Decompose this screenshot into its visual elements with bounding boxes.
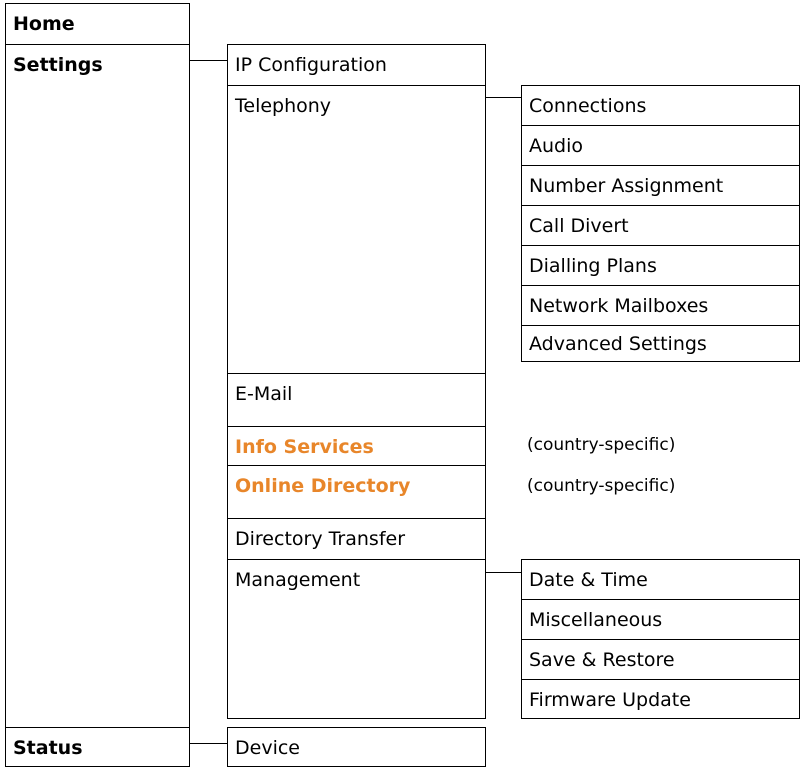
menu-call-divert-label: Call Divert: [529, 215, 629, 237]
menu-number-assignment-label: Number Assignment: [529, 175, 724, 197]
menu-miscellaneous[interactable]: Miscellaneous: [521, 599, 800, 640]
menu-dialling-plans[interactable]: Dialling Plans: [521, 245, 800, 286]
menu-number-assignment[interactable]: Number Assignment: [521, 165, 800, 206]
menu-home-label: Home: [13, 13, 75, 35]
online-directory-note: (country-specific): [527, 476, 676, 496]
menu-info-services[interactable]: Info Services: [227, 426, 486, 466]
menu-management-label: Management: [235, 569, 361, 591]
info-services-note: (country-specific): [527, 435, 676, 455]
menu-call-divert[interactable]: Call Divert: [521, 205, 800, 246]
menu-firmware-update[interactable]: Firmware Update: [521, 679, 800, 719]
menu-dialling-plans-label: Dialling Plans: [529, 255, 657, 277]
menu-device-label: Device: [235, 737, 300, 759]
menu-save-restore-label: Save & Restore: [529, 649, 675, 671]
menu-settings[interactable]: Settings: [5, 44, 190, 728]
menu-online-directory[interactable]: Online Directory: [227, 465, 486, 519]
menu-firmware-update-label: Firmware Update: [529, 689, 691, 711]
menu-ip-configuration[interactable]: IP Configuration: [227, 44, 486, 86]
connector-status: [189, 743, 227, 744]
menu-directory-transfer-label: Directory Transfer: [235, 528, 406, 550]
connector-settings: [189, 60, 227, 61]
connector-management: [485, 572, 521, 573]
connector-telephony: [485, 97, 521, 98]
menu-advanced-settings-label: Advanced Settings: [529, 333, 707, 355]
menu-save-restore[interactable]: Save & Restore: [521, 639, 800, 680]
menu-advanced-settings[interactable]: Advanced Settings: [521, 325, 800, 362]
menu-date-time[interactable]: Date & Time: [521, 559, 800, 600]
menu-network-mailboxes-label: Network Mailboxes: [529, 295, 709, 317]
menu-directory-transfer[interactable]: Directory Transfer: [227, 518, 486, 560]
menu-email[interactable]: E-Mail: [227, 373, 486, 427]
menu-management[interactable]: Management: [227, 559, 486, 719]
menu-audio-label: Audio: [529, 135, 584, 157]
menu-home[interactable]: Home: [5, 3, 190, 45]
menu-telephony-label: Telephony: [235, 95, 332, 117]
menu-telephony[interactable]: Telephony: [227, 85, 486, 374]
menu-miscellaneous-label: Miscellaneous: [529, 609, 663, 631]
menu-email-label: E-Mail: [235, 383, 293, 405]
menu-online-directory-label: Online Directory: [235, 475, 411, 497]
menu-status-label: Status: [13, 737, 83, 759]
menu-status[interactable]: Status: [5, 727, 190, 767]
menu-date-time-label: Date & Time: [529, 569, 648, 591]
menu-connections-label: Connections: [529, 95, 647, 117]
menu-ip-configuration-label: IP Configuration: [235, 54, 387, 76]
menu-info-services-label: Info Services: [235, 436, 374, 458]
menu-device[interactable]: Device: [227, 727, 486, 767]
menu-settings-label: Settings: [13, 54, 103, 76]
menu-network-mailboxes[interactable]: Network Mailboxes: [521, 285, 800, 326]
menu-connections[interactable]: Connections: [521, 85, 800, 126]
menu-audio[interactable]: Audio: [521, 125, 800, 166]
